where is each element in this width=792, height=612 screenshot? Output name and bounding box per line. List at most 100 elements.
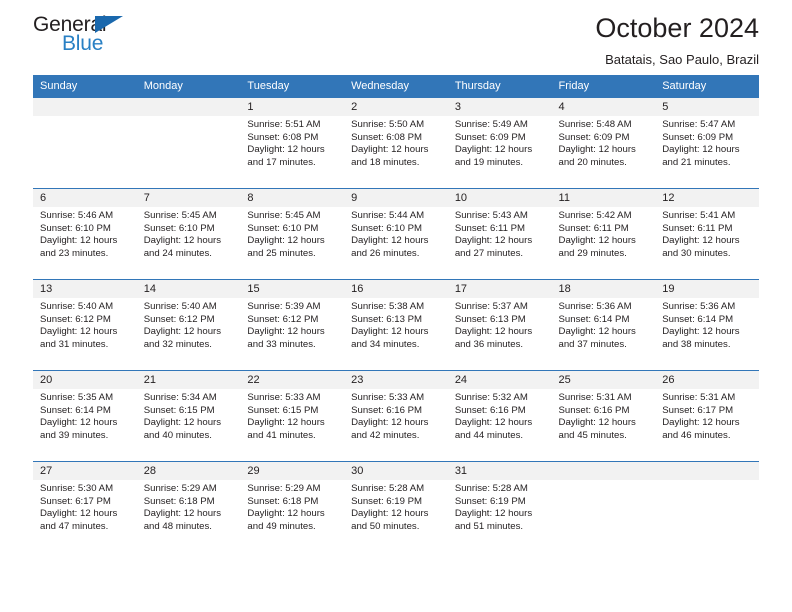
title-block: October 2024 Batatais, Sao Paulo, Brazil [595,12,759,69]
sunset-text: Sunset: 6:14 PM [662,313,734,325]
sunrise-text: Sunrise: 5:30 AM [40,483,114,494]
day-number: 3 [447,98,552,116]
calendar-day-cell[interactable]: 9 Sunrise: 5:44 AM Sunset: 6:10 PM Daylight… [344,188,448,280]
sunset-text: Sunset: 6:13 PM [454,313,526,325]
calendar-day-cell[interactable]: 2 Sunrise: 5:50 AM Sunset: 6:08 PM Daylight… [344,97,448,189]
daylight-text: Daylight: 12 hours and 34 minutes. [351,326,429,350]
calendar-day-cell[interactable]: 7 Sunrise: 5:45 AM Sunset: 6:10 PM Daylight… [136,188,241,280]
calendar-day-cell[interactable]: 13 Sunrise: 5:40 AM Sunset: 6:12 PM Dayligh… [33,279,137,371]
calendar-day-cell[interactable]: 29 Sunrise: 5:29 AM Sunset: 6:18 PM Dayligh… [240,461,345,552]
day-sun-info: Sunrise: 5:29 AM Sunset: 6:18 PM Daylight:… [137,480,241,533]
sunset-text: Sunset: 6:11 PM [454,222,526,234]
daylight-text: Daylight: 12 hours and 17 minutes. [247,144,325,168]
daylight-text: Daylight: 12 hours and 21 minutes. [662,144,740,168]
calendar-day-cell[interactable]: 26 Sunrise: 5:31 AM Sunset: 6:17 PM Dayligh… [655,370,759,462]
sunset-text: Sunset: 6:11 PM [558,222,629,234]
day-number: 19 [655,280,759,298]
day-number: 4 [551,98,656,116]
day-sun-info: Sunrise: 5:38 AM Sunset: 6:13 PM Daylight:… [344,298,448,351]
daylight-text: Daylight: 12 hours and 32 minutes. [143,326,222,350]
daylight-text: Daylight: 12 hours and 18 minutes. [351,144,429,168]
daylight-text: Daylight: 12 hours and 39 minutes. [40,417,118,441]
day-number: 9 [344,189,448,207]
sunset-text: Sunset: 6:19 PM [351,495,423,507]
sunset-text: Sunset: 6:15 PM [247,404,319,416]
day-number: 31 [447,462,552,480]
day-sun-info: Sunrise: 5:32 AM Sunset: 6:16 PM Daylight:… [448,389,552,442]
day-sun-info: Sunrise: 5:42 AM Sunset: 6:11 PM Daylight:… [552,207,656,260]
day-number: 16 [344,280,448,298]
day-number: 13 [33,280,137,298]
daylight-text: Daylight: 12 hours and 30 minutes. [662,235,740,259]
weekday-header-friday: Friday [551,75,656,98]
day-number: 5 [655,98,759,116]
day-number: 17 [447,280,552,298]
daylight-text: Daylight: 12 hours and 19 minutes. [454,144,533,168]
calendar-week-row: 27 Sunrise: 5:30 AM Sunset: 6:17 PM Dayligh… [33,461,759,552]
day-number: 21 [136,371,241,389]
calendar-day-cell[interactable]: 15 Sunrise: 5:39 AM Sunset: 6:12 PM Dayligh… [240,279,345,371]
day-sun-info: Sunrise: 5:46 AM Sunset: 6:10 PM Daylight:… [33,207,137,260]
calendar-day-cell[interactable]: 25 Sunrise: 5:31 AM Sunset: 6:16 PM Dayligh… [551,370,656,462]
calendar-day-cell[interactable]: 20 Sunrise: 5:35 AM Sunset: 6:14 PM Dayligh… [33,370,137,462]
calendar-day-cell[interactable]: 10 Sunrise: 5:43 AM Sunset: 6:11 PM Dayligh… [447,188,552,280]
calendar-day-cell[interactable]: 11 Sunrise: 5:42 AM Sunset: 6:11 PM Dayligh… [551,188,656,280]
calendar-day-cell[interactable]: 14 Sunrise: 5:40 AM Sunset: 6:12 PM Dayligh… [136,279,241,371]
calendar-week-row: 20 Sunrise: 5:35 AM Sunset: 6:14 PM Dayligh… [33,370,759,462]
day-sun-info: Sunrise: 5:33 AM Sunset: 6:16 PM Daylight:… [344,389,448,442]
calendar-day-cell[interactable]: 5 Sunrise: 5:47 AM Sunset: 6:09 PM Daylight… [655,97,759,189]
daylight-text: Daylight: 12 hours and 44 minutes. [454,417,533,441]
calendar-day-cell[interactable]: 22 Sunrise: 5:33 AM Sunset: 6:15 PM Dayligh… [240,370,345,462]
day-sun-info: Sunrise: 5:34 AM Sunset: 6:15 PM Daylight:… [137,389,241,442]
day-sun-info: Sunrise: 5:36 AM Sunset: 6:14 PM Daylight:… [655,298,759,351]
day-number: 20 [33,371,137,389]
calendar-day-cell[interactable]: 6 Sunrise: 5:46 AM Sunset: 6:10 PM Daylight… [33,188,137,280]
calendar-day-cell[interactable]: 17 Sunrise: 5:37 AM Sunset: 6:13 PM Dayligh… [447,279,552,371]
calendar-day-cell[interactable]: 12 Sunrise: 5:41 AM Sunset: 6:11 PM Dayligh… [655,188,759,280]
calendar-day-cell[interactable]: 16 Sunrise: 5:38 AM Sunset: 6:13 PM Dayligh… [344,279,448,371]
calendar-page: General Blue October 2024 Batatais, Sao … [0,0,792,612]
calendar-day-cell[interactable]: 1 Sunrise: 5:51 AM Sunset: 6:08 PM Daylight… [240,97,345,189]
sunset-text: Sunset: 6:10 PM [247,222,319,234]
sunset-text: Sunset: 6:18 PM [247,495,319,507]
calendar-day-cell[interactable]: 3 Sunrise: 5:49 AM Sunset: 6:09 PM Daylight… [447,97,552,189]
sunrise-text: Sunrise: 5:45 AM [143,210,217,221]
sunset-text: Sunset: 6:08 PM [247,131,319,143]
sunrise-text: Sunrise: 5:36 AM [558,301,632,312]
daylight-text: Daylight: 12 hours and 29 minutes. [558,235,636,259]
calendar-cell-empty [136,97,241,189]
sunrise-text: Sunrise: 5:38 AM [351,301,425,312]
calendar-week-row: 1 Sunrise: 5:51 AM Sunset: 6:08 PM Daylight… [33,97,759,189]
sunset-text: Sunset: 6:16 PM [454,404,526,416]
logo-text-blue: Blue [62,32,104,55]
calendar-day-cell[interactable]: 31 Sunrise: 5:28 AM Sunset: 6:19 PM Dayligh… [447,461,552,552]
sunset-text: Sunset: 6:14 PM [558,313,630,325]
calendar-day-cell[interactable]: 4 Sunrise: 5:48 AM Sunset: 6:09 PM Daylight… [551,97,656,189]
calendar-day-cell[interactable]: 19 Sunrise: 5:36 AM Sunset: 6:14 PM Dayligh… [655,279,759,371]
sunset-text: Sunset: 6:18 PM [143,495,215,507]
daylight-text: Daylight: 12 hours and 48 minutes. [143,508,222,532]
day-number: 14 [136,280,241,298]
sunrise-text: Sunrise: 5:33 AM [351,392,425,403]
calendar-day-cell[interactable]: 21 Sunrise: 5:34 AM Sunset: 6:15 PM Dayligh… [136,370,241,462]
sunrise-text: Sunrise: 5:32 AM [454,392,528,403]
day-sun-info: Sunrise: 5:47 AM Sunset: 6:09 PM Daylight:… [655,116,759,169]
sunrise-text: Sunrise: 5:33 AM [247,392,321,403]
day-number: 24 [447,371,552,389]
sunset-text: Sunset: 6:17 PM [662,404,734,416]
calendar-cell-empty [655,461,759,552]
day-number: 1 [240,98,345,116]
calendar-day-cell[interactable]: 23 Sunrise: 5:33 AM Sunset: 6:16 PM Dayligh… [344,370,448,462]
calendar-day-cell[interactable]: 27 Sunrise: 5:30 AM Sunset: 6:17 PM Dayligh… [33,461,137,552]
calendar-day-cell[interactable]: 28 Sunrise: 5:29 AM Sunset: 6:18 PM Dayligh… [136,461,241,552]
daylight-text: Daylight: 12 hours and 25 minutes. [247,235,325,259]
weekday-header-thursday: Thursday [447,75,552,98]
calendar-day-cell[interactable]: 8 Sunrise: 5:45 AM Sunset: 6:10 PM Daylight… [240,188,345,280]
calendar-day-cell[interactable]: 30 Sunrise: 5:28 AM Sunset: 6:19 PM Dayligh… [344,461,448,552]
calendar-day-cell[interactable]: 18 Sunrise: 5:36 AM Sunset: 6:14 PM Dayligh… [551,279,656,371]
weekday-header-monday: Monday [136,75,241,98]
day-number [136,98,241,116]
day-sun-info: Sunrise: 5:40 AM Sunset: 6:12 PM Daylight:… [137,298,241,351]
sunrise-text: Sunrise: 5:40 AM [143,301,217,312]
calendar-day-cell[interactable]: 24 Sunrise: 5:32 AM Sunset: 6:16 PM Dayligh… [447,370,552,462]
